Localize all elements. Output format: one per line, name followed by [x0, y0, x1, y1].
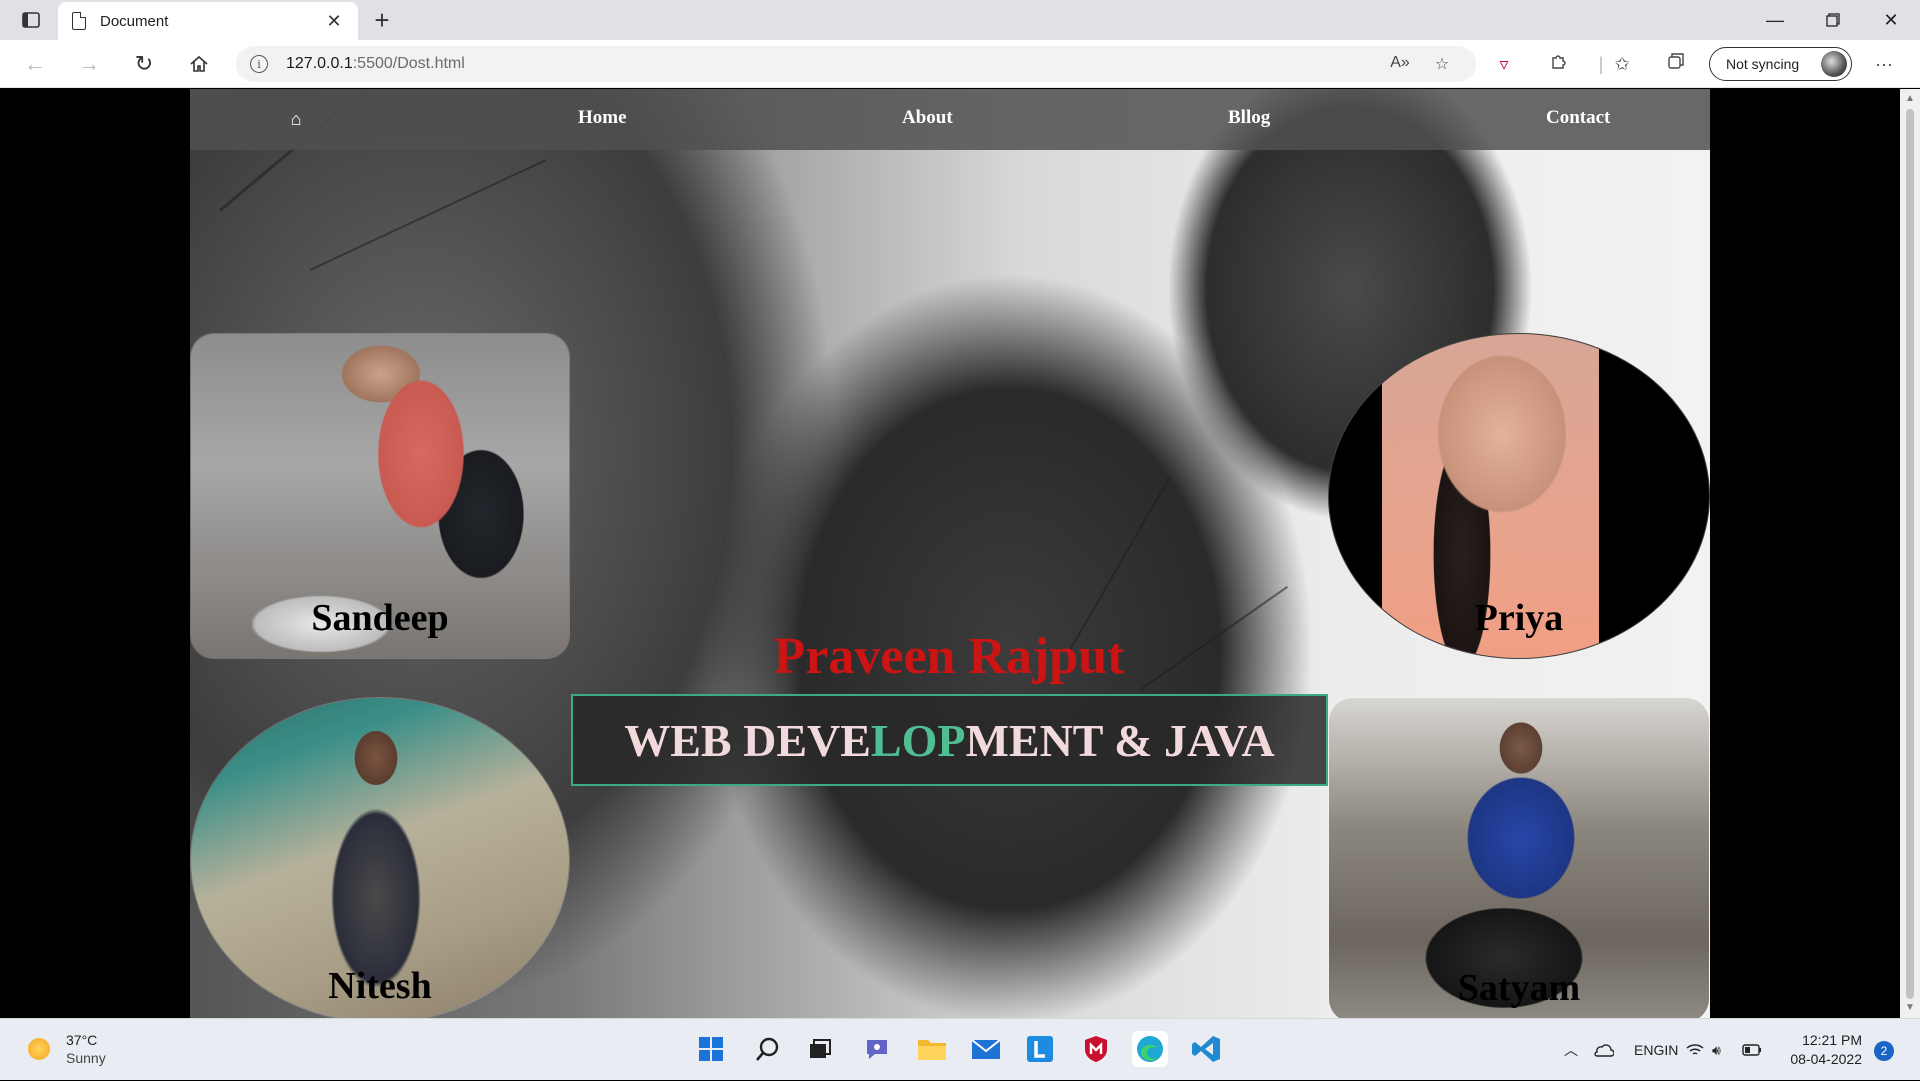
profile-name: Sandeep [311, 597, 449, 639]
browser-tab-bar: Document ✕ + — ✕ [0, 0, 1920, 40]
page-viewport: ⌂ Home About Bllog Contact Sandeep Priya… [0, 89, 1900, 1018]
scroll-down-icon[interactable]: ▼ [1905, 1003, 1915, 1013]
page-scrollbar[interactable]: ▲ ▼ [1900, 89, 1920, 1018]
profile-card-sandeep: Sandeep [190, 333, 570, 659]
windows-start-icon[interactable] [693, 1031, 729, 1067]
onedrive-icon[interactable] [1592, 1019, 1614, 1081]
l-app-icon[interactable] [1022, 1031, 1058, 1067]
edge-icon[interactable] [1132, 1031, 1168, 1067]
browser-tab[interactable]: Document ✕ [58, 2, 358, 40]
new-tab-button[interactable]: + [368, 4, 396, 36]
address-bar[interactable]: i 127.0.0.1:5500/Dost.html A» ☆ [236, 46, 1476, 82]
scroll-up-icon[interactable]: ▲ [1905, 94, 1915, 104]
region-code: IN [1664, 1042, 1679, 1058]
collections-icon[interactable] [1662, 52, 1690, 76]
weather-condition: Sunny [66, 1050, 106, 1066]
weather-widget[interactable]: 37°C Sunny [28, 1031, 106, 1067]
wifi-icon[interactable] [1686, 1019, 1704, 1081]
avatar [1821, 51, 1847, 77]
clock-date: 08-04-2022 [1790, 1051, 1862, 1067]
browser-toolbar: ← → ↻ i 127.0.0.1:5500/Dost.html A» ☆ ▿ … [0, 40, 1920, 88]
scroll-thumb[interactable] [1906, 109, 1914, 999]
nav-blog-link[interactable]: Bllog [1228, 107, 1270, 129]
task-view-icon[interactable] [802, 1031, 838, 1067]
profile-name: Priya [1474, 597, 1564, 639]
read-aloud-icon[interactable]: A» [1386, 54, 1414, 74]
search-icon[interactable] [750, 1031, 786, 1067]
refresh-icon[interactable]: ↻ [127, 48, 161, 80]
teams-chat-icon[interactable] [859, 1031, 895, 1067]
bg-branch [1069, 476, 1171, 651]
site-hero: ⌂ Home About Bllog Contact Sandeep Priya… [190, 89, 1710, 1018]
nav-contact-link[interactable]: Contact [1546, 107, 1610, 129]
tab-actions-icon[interactable] [14, 8, 48, 32]
volume-icon[interactable]: 🔊︎ [1712, 1019, 1721, 1081]
bg-branch [309, 159, 547, 271]
hero-name-heading: Praveen Rajput [773, 628, 1125, 685]
weather-temp: 37°C [66, 1032, 98, 1048]
tagline-text: WEB DEVELOPMENT & JAVA [624, 714, 1275, 766]
mail-icon[interactable] [968, 1031, 1004, 1067]
profile-name: Nitesh [328, 965, 432, 1007]
file-explorer-icon[interactable] [914, 1031, 950, 1067]
favorites-icon[interactable]: ✩ [1608, 52, 1636, 76]
nav-home-link[interactable]: Home [578, 107, 627, 129]
profile-card-priya: Priya [1328, 333, 1710, 659]
tagline-box: WEB DEVELOPMENT & JAVA [571, 694, 1328, 786]
add-favorite-icon[interactable]: ☆ [1428, 54, 1456, 74]
pocket-extension-icon[interactable]: ▿ [1490, 52, 1518, 76]
restore-icon[interactable] [1804, 0, 1862, 40]
language-indicator[interactable]: ENG IN [1634, 1019, 1678, 1081]
document-icon [72, 12, 86, 30]
nav-about-link[interactable]: About [902, 107, 953, 129]
sun-icon [28, 1038, 50, 1060]
profile-name: Satyam [1457, 967, 1581, 1009]
url-text: 127.0.0.1:5500/Dost.html [286, 55, 465, 72]
profile-card-satyam: Satyam [1328, 697, 1710, 1018]
windows-taskbar: 37°C Sunny ︿ ENG IN 🔊︎ 12:21 PM 08-04-20… [0, 1018, 1920, 1080]
site-info-icon[interactable]: i [250, 55, 268, 73]
forward-icon[interactable]: → [72, 48, 106, 80]
mcafee-icon[interactable] [1078, 1031, 1114, 1067]
show-hidden-icons[interactable]: ︿ [1564, 1019, 1578, 1081]
back-icon[interactable]: ← [18, 48, 52, 80]
more-menu-icon[interactable]: ··· [1870, 52, 1898, 76]
vscode-icon[interactable] [1188, 1031, 1224, 1067]
battery-icon[interactable] [1742, 1019, 1762, 1081]
sync-label: Not syncing [1726, 56, 1800, 72]
clock-time: 12:21 PM [1802, 1032, 1862, 1048]
minimize-icon[interactable]: — [1746, 0, 1804, 40]
profile-sync-button[interactable]: Not syncing [1709, 47, 1852, 81]
home-icon[interactable] [182, 48, 216, 80]
extensions-icon[interactable] [1545, 52, 1573, 76]
profile-card-nitesh: Nitesh [190, 697, 570, 1018]
notification-badge[interactable]: 2 [1874, 1041, 1894, 1061]
language-code: ENG [1634, 1042, 1665, 1058]
close-window-icon[interactable]: ✕ [1862, 0, 1920, 40]
tab-title: Document [100, 12, 169, 30]
site-navbar: ⌂ Home About Bllog Contact [190, 89, 1710, 150]
system-clock[interactable]: 12:21 PM 08-04-2022 [1772, 1031, 1862, 1069]
site-home-icon[interactable]: ⌂ [286, 109, 306, 129]
close-tab-icon[interactable]: ✕ [324, 11, 344, 32]
